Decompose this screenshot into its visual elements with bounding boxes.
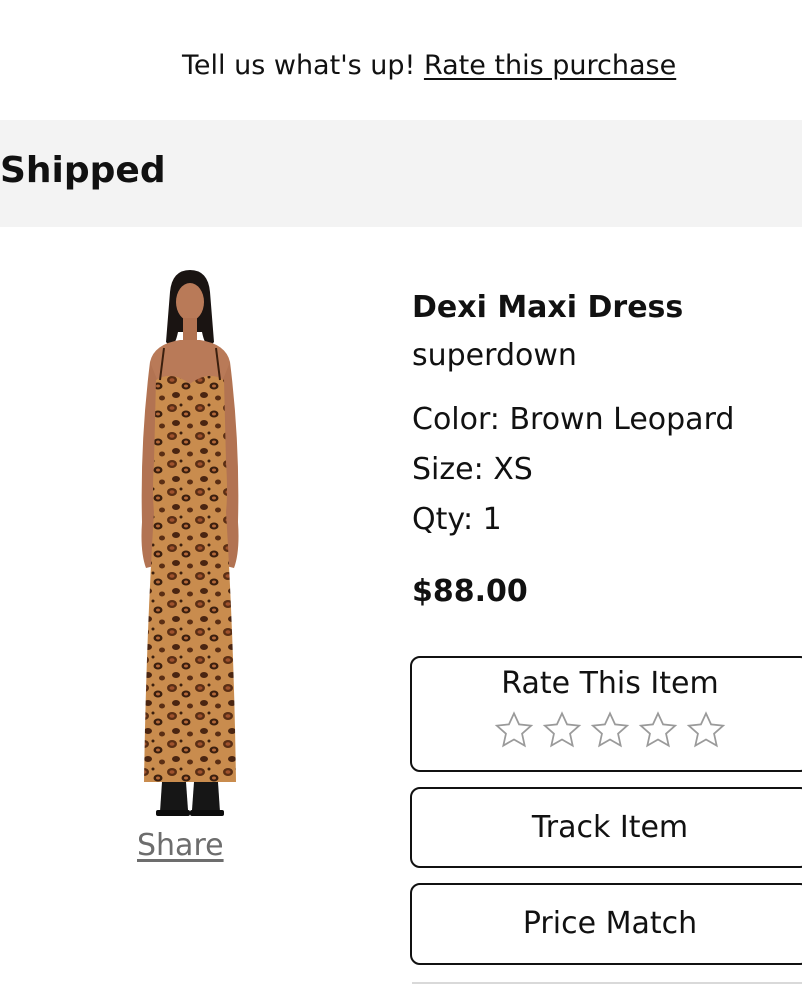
order-status-bar: Shipped xyxy=(0,120,802,227)
product-image[interactable] xyxy=(110,262,270,822)
rate-item-label: Rate This Item xyxy=(501,666,719,701)
star-outline-icon[interactable] xyxy=(685,709,727,751)
track-item-label: Track Item xyxy=(531,810,689,845)
share-link[interactable]: Share xyxy=(137,828,224,863)
product-size: Size: XS xyxy=(412,452,533,487)
divider xyxy=(412,982,802,984)
item-details: Dexi Maxi Dress superdown Color: Brown L… xyxy=(412,290,802,610)
product-price: $88.00 xyxy=(412,574,528,609)
feedback-text: Tell us what's up! xyxy=(182,50,416,81)
product-name[interactable]: Dexi Maxi Dress xyxy=(412,290,802,326)
star-outline-icon[interactable] xyxy=(541,709,583,751)
order-item-page: Tell us what's up! Rate this purchase Sh… xyxy=(0,0,802,1000)
order-status: Shipped xyxy=(0,150,166,191)
product-qty: Qty: 1 xyxy=(412,502,502,537)
star-outline-icon[interactable] xyxy=(589,709,631,751)
rate-item-button[interactable]: Rate This Item xyxy=(410,656,802,772)
rate-purchase-link[interactable]: Rate this purchase xyxy=(424,50,676,81)
star-rating[interactable] xyxy=(412,709,802,751)
feedback-prompt: Tell us what's up! Rate this purchase xyxy=(182,50,676,81)
star-outline-icon[interactable] xyxy=(637,709,679,751)
star-outline-icon[interactable] xyxy=(493,709,535,751)
track-item-button[interactable]: Track Item xyxy=(410,787,802,868)
product-brand[interactable]: superdown xyxy=(412,338,802,374)
price-match-label: Price Match xyxy=(522,906,698,941)
product-color: Color: Brown Leopard xyxy=(412,402,735,437)
price-match-button[interactable]: Price Match xyxy=(410,883,802,965)
